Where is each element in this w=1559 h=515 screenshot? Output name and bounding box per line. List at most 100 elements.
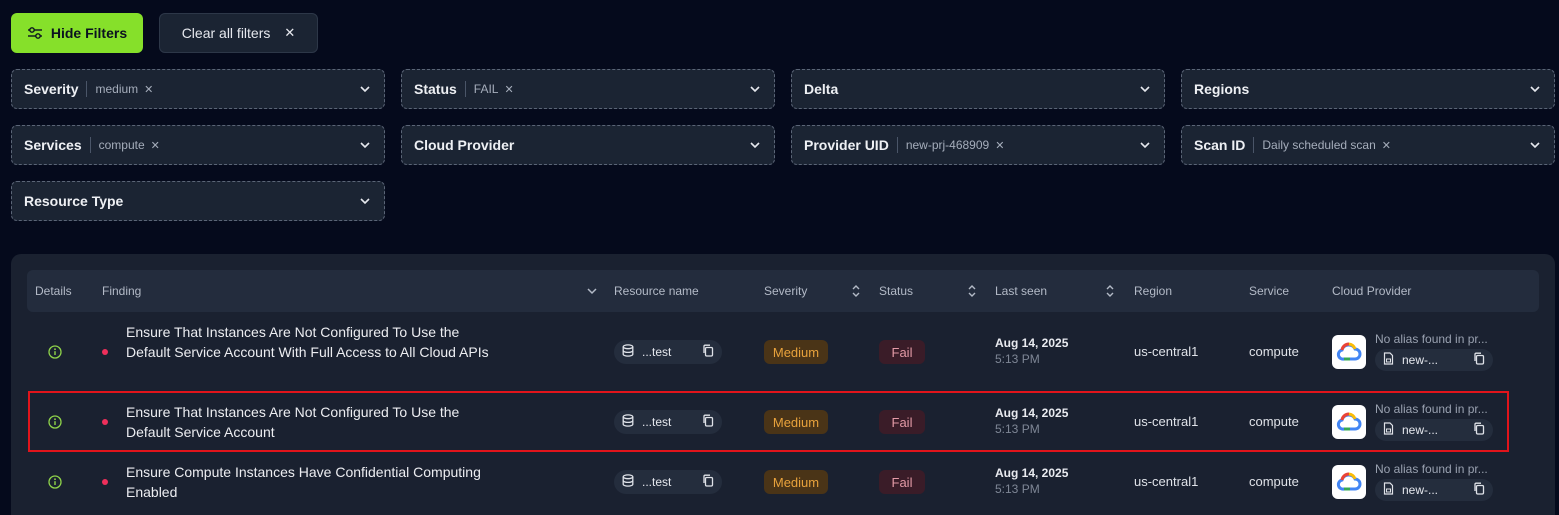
close-icon[interactable]: ✕ (151, 139, 160, 152)
sort-icon[interactable] (850, 284, 862, 298)
hide-filters-button[interactable]: Hide Filters (11, 13, 143, 53)
close-icon[interactable]: ✕ (1382, 139, 1391, 152)
database-icon (622, 344, 634, 360)
clear-all-filters-label: Clear all filters (181, 25, 271, 41)
info-icon[interactable] (48, 475, 62, 489)
column-header-last-seen[interactable]: Last seen (995, 284, 1047, 298)
filter-chip-value: new-prj-468909 (905, 138, 990, 152)
severity-badge: Medium (764, 470, 828, 494)
close-icon: ✕ (284, 25, 296, 40)
filter-cloud-provider[interactable]: Cloud Provider (401, 125, 775, 165)
column-header-resource: Resource name (614, 284, 699, 298)
filter-label: Severity (24, 81, 79, 97)
column-header-details: Details (35, 284, 72, 298)
column-header-cloud-provider: Cloud Provider (1332, 284, 1412, 298)
column-header-finding[interactable]: Finding (102, 284, 141, 298)
filter-label: Scan ID (1194, 137, 1246, 153)
finding-title[interactable]: Ensure That Instances Are Not Configured… (126, 322, 496, 362)
filter-chip: Daily scheduled scan ✕ (1262, 138, 1391, 152)
status-badge: Fail (879, 470, 925, 494)
filter-status[interactable]: Status FAIL ✕ (401, 69, 775, 109)
filter-delta[interactable]: Delta (791, 69, 1165, 109)
last-seen-date: Aug 14, 2025 (995, 336, 1069, 350)
provider-uid-pill: new-... (1375, 479, 1493, 501)
google-cloud-icon (1332, 465, 1366, 499)
filter-chip-value: Daily scheduled scan (1262, 138, 1376, 152)
file-icon (1383, 352, 1394, 368)
resource-name: ...test (642, 345, 672, 359)
copy-icon[interactable] (1473, 482, 1485, 498)
filter-label: Provider UID (804, 137, 889, 153)
last-seen-date: Aug 14, 2025 (995, 466, 1069, 480)
filter-severity[interactable]: Severity medium ✕ (11, 69, 385, 109)
copy-icon[interactable] (702, 474, 714, 490)
filter-regions[interactable]: Regions (1181, 69, 1555, 109)
filter-chip-value: medium (95, 82, 139, 96)
filter-separator (1253, 137, 1255, 153)
filter-separator (464, 81, 466, 97)
column-header-status[interactable]: Status (879, 284, 913, 298)
chevron-down-icon (358, 194, 372, 208)
file-icon (1383, 482, 1394, 498)
sort-icon[interactable] (1104, 284, 1116, 298)
filter-chip: FAIL ✕ (474, 82, 514, 96)
filter-label: Services (24, 137, 82, 153)
status-badge: Fail (879, 340, 925, 364)
severity-dot (102, 479, 108, 485)
close-icon[interactable]: ✕ (144, 83, 153, 96)
filter-label: Cloud Provider (414, 137, 515, 153)
provider-uid: new-... (1402, 353, 1439, 367)
filter-chip: compute ✕ (99, 138, 160, 152)
finding-title[interactable]: Ensure Compute Instances Have Confidenti… (126, 462, 496, 502)
filter-chip: new-prj-468909 ✕ (906, 138, 1005, 152)
filter-label: Delta (804, 81, 839, 97)
region-cell: us-central1 (1134, 474, 1199, 489)
filter-label: Resource Type (24, 193, 124, 209)
copy-icon[interactable] (702, 344, 714, 360)
service-cell: compute (1249, 344, 1299, 359)
close-icon[interactable]: ✕ (995, 139, 1004, 152)
filter-separator (89, 137, 91, 153)
google-cloud-icon (1332, 335, 1366, 369)
filter-services[interactable]: Services compute ✕ (11, 125, 385, 165)
close-icon[interactable]: ✕ (504, 83, 513, 96)
filter-separator (86, 81, 88, 97)
hide-filters-label: Hide Filters (50, 25, 128, 41)
chevron-down-icon (748, 82, 762, 96)
clear-all-filters-button[interactable]: Clear all filters ✕ (159, 13, 318, 53)
provider-alias: No alias found in pr... (1375, 332, 1488, 346)
filter-label: Status (414, 81, 457, 97)
filter-chip: medium ✕ (95, 82, 153, 96)
resource-name-pill: ...test (614, 470, 722, 494)
provider-alias: No alias found in pr... (1375, 462, 1488, 476)
chevron-down-icon (748, 138, 762, 152)
chevron-down-icon (1528, 138, 1542, 152)
sort-icon[interactable] (966, 284, 978, 298)
chevron-down-icon (1138, 138, 1152, 152)
last-seen-cell: Aug 14, 2025 5:13 PM (995, 336, 1068, 366)
column-header-service: Service (1249, 284, 1290, 298)
info-icon[interactable] (48, 345, 62, 359)
database-icon (622, 474, 634, 490)
chevron-down-icon[interactable] (586, 285, 598, 297)
chevron-down-icon (358, 138, 372, 152)
filter-label: Regions (1194, 81, 1250, 97)
resource-name: ...test (642, 475, 672, 489)
provider-uid: new-... (1402, 483, 1439, 497)
column-header-region: Region (1134, 284, 1173, 298)
column-header-severity[interactable]: Severity (764, 284, 807, 298)
last-seen-time: 5:13 PM (995, 482, 1040, 496)
service-cell: compute (1249, 474, 1299, 489)
resource-name-pill: ...test (614, 340, 722, 364)
region-cell: us-central1 (1134, 344, 1199, 359)
severity-dot (102, 349, 108, 355)
severity-badge: Medium (764, 340, 828, 364)
chevron-down-icon (358, 82, 372, 96)
filter-resource-type[interactable]: Resource Type (11, 181, 385, 221)
chevron-down-icon (1138, 82, 1152, 96)
copy-icon[interactable] (1473, 352, 1485, 368)
filter-scan-id[interactable]: Scan ID Daily scheduled scan ✕ (1181, 125, 1555, 165)
filter-provider-uid[interactable]: Provider UID new-prj-468909 ✕ (791, 125, 1165, 165)
sliders-icon (27, 27, 42, 39)
selected-row-highlight (28, 391, 1509, 452)
